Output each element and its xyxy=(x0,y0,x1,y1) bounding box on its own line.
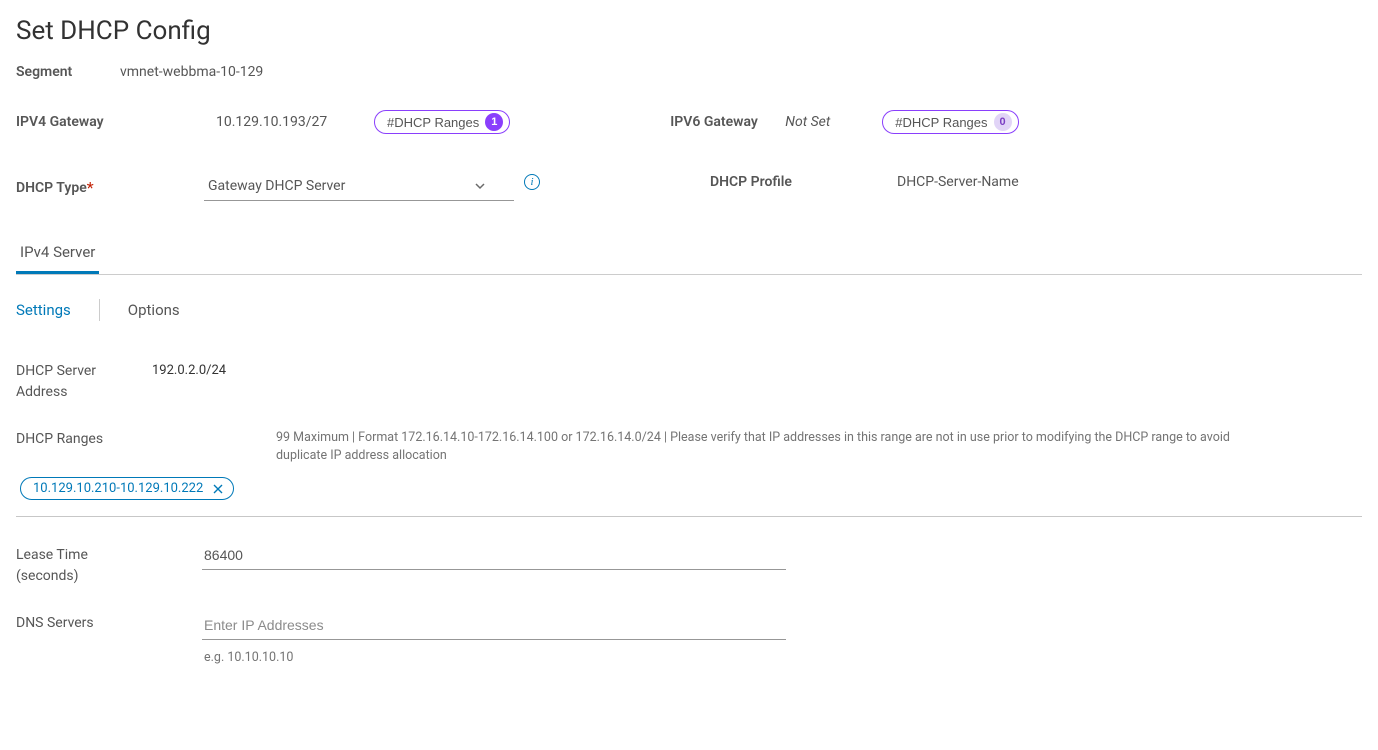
ipv4-dhcp-ranges-button[interactable]: #DHCP Ranges 1 xyxy=(374,110,510,134)
segment-value: vmnet-webbma-10-129 xyxy=(120,64,263,80)
ipv4-ranges-count-badge: 1 xyxy=(485,113,503,131)
tab-divider xyxy=(99,299,100,321)
dhcp-ranges-helper-text: 99 Maximum | Format 172.16.14.10-172.16.… xyxy=(152,429,1252,465)
lease-time-label: Lease Time (seconds) xyxy=(16,543,152,587)
dhcp-ranges-label: DHCP Ranges xyxy=(16,429,152,465)
remove-range-icon[interactable] xyxy=(211,482,225,496)
segment-label: Segment xyxy=(16,64,120,80)
dhcp-profile-label: DHCP Profile xyxy=(710,174,795,201)
ipv6-ranges-count-badge: 0 xyxy=(994,113,1012,131)
dhcp-server-address-label-line2: Address xyxy=(16,384,67,400)
dialog-title: Set DHCP Config xyxy=(16,16,1362,46)
ipv4-ranges-btn-label: #DHCP Ranges xyxy=(387,115,479,130)
dhcp-range-chip[interactable]: 10.129.10.210-10.129.10.222 xyxy=(20,477,234,500)
ipv6-gateway-value: Not Set xyxy=(785,114,882,130)
dhcp-server-address-value: 192.0.2.0/24 xyxy=(152,363,226,378)
dns-servers-label: DNS Servers xyxy=(16,613,152,665)
subtab-options[interactable]: Options xyxy=(128,301,180,319)
dhcp-server-address-label-line1: DHCP Server xyxy=(16,363,96,379)
lease-time-input[interactable] xyxy=(202,543,786,570)
ipv6-dhcp-ranges-button[interactable]: #DHCP Ranges 0 xyxy=(882,110,1018,134)
tab-ipv4-server[interactable]: IPv4 Server xyxy=(16,237,99,274)
ipv4-gateway-label: IPV4 Gateway xyxy=(16,114,216,130)
dns-servers-input[interactable] xyxy=(202,613,786,640)
dhcp-range-chip-text: 10.129.10.210-10.129.10.222 xyxy=(33,481,203,496)
dns-servers-hint: e.g. 10.10.10.10 xyxy=(204,650,1362,665)
section-divider xyxy=(16,516,1362,517)
dhcp-server-address-label: DHCP Server Address xyxy=(16,359,152,403)
lease-time-label-line2: (seconds) xyxy=(16,568,78,584)
ipv4-gateway-value: 10.129.10.193/27 xyxy=(216,114,374,130)
info-icon[interactable]: i xyxy=(524,174,540,190)
dhcp-profile-value: DHCP-Server-Name xyxy=(897,174,1019,201)
dhcp-type-value: Gateway DHCP Server xyxy=(208,178,345,194)
ipv6-gateway-label: IPV6 Gateway xyxy=(670,114,785,130)
required-marker: * xyxy=(87,178,94,197)
subtab-settings[interactable]: Settings xyxy=(16,301,71,319)
dhcp-type-label: DHCP Type xyxy=(16,180,87,196)
lease-time-label-line1: Lease Time xyxy=(16,547,88,563)
ipv6-ranges-btn-label: #DHCP Ranges xyxy=(895,115,987,130)
chevron-down-icon xyxy=(474,180,486,192)
dhcp-type-select[interactable]: Gateway DHCP Server xyxy=(204,174,514,201)
close-icon xyxy=(213,484,223,494)
